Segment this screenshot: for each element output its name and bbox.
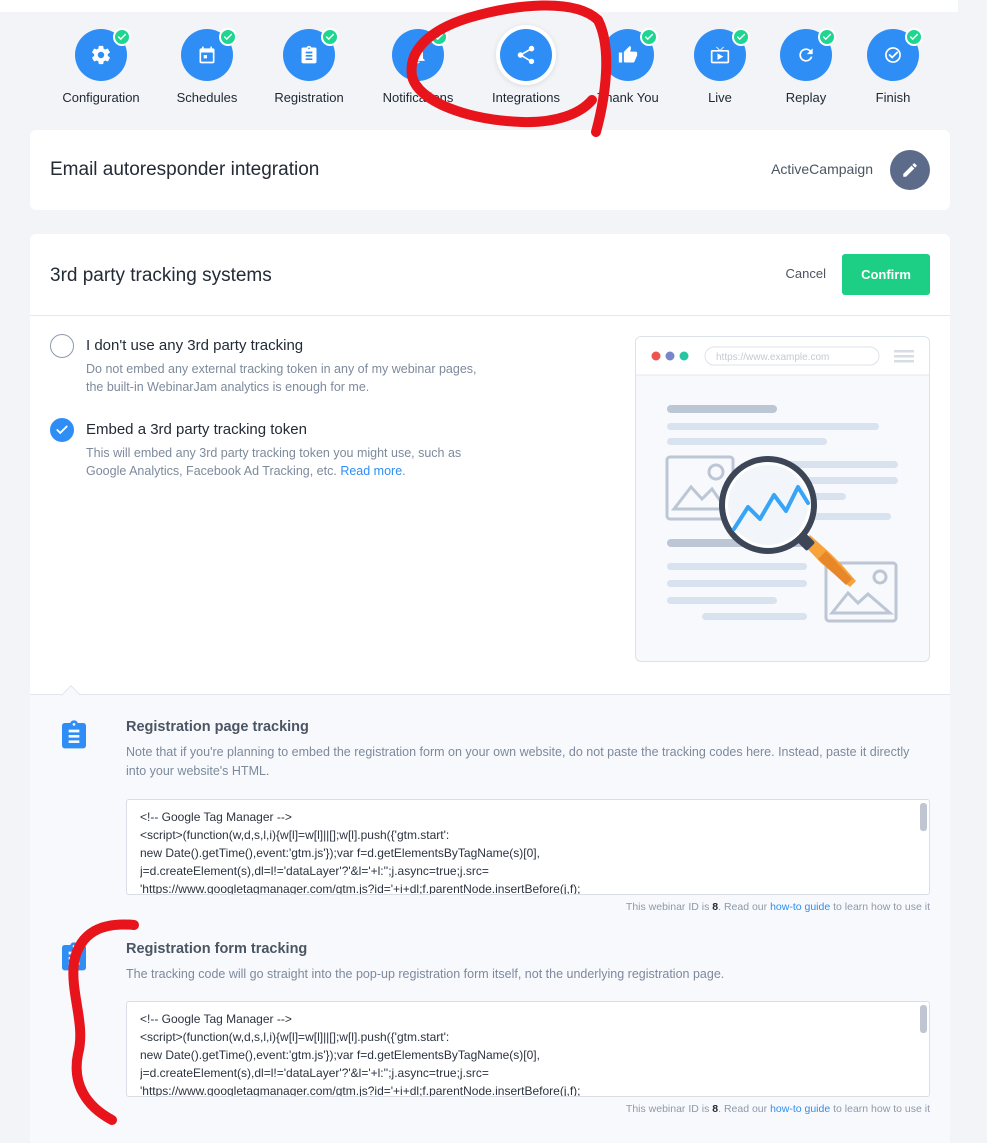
step-label: Integrations	[492, 90, 560, 105]
step-label: Finish	[875, 90, 911, 105]
code-line: j=d.createElement(s),dl=l!='dataLayer'?'…	[140, 864, 489, 878]
tracking-codes-section: Registration page tracking Note that if …	[30, 685, 950, 1143]
header-divider	[30, 315, 950, 316]
section-title: Registration page tracking	[126, 719, 309, 735]
clipboard-icon	[301, 45, 317, 64]
top-strip	[0, 0, 958, 12]
registration-page-code-textarea[interactable]: <!-- Google Tag Manager --> <script>(fun…	[126, 799, 930, 895]
registration-form-code-textarea[interactable]: <!-- Google Tag Manager --> <script>(fun…	[126, 1001, 930, 1097]
url-placeholder: https://www.example.com	[716, 352, 829, 363]
code-line: <script>(function(w,d,s,l,i){w[l]=w[l]||…	[140, 1030, 450, 1044]
section-description: The tracking code will go straight into …	[126, 967, 725, 981]
step-label: Schedules	[176, 90, 238, 105]
step-circle	[867, 28, 923, 81]
step-schedules[interactable]: Schedules	[152, 28, 262, 105]
step-circle	[75, 28, 131, 81]
step-registration[interactable]: Registration	[254, 28, 364, 105]
textarea-scrollbar[interactable]	[920, 1005, 927, 1033]
clipboard-list-icon	[62, 942, 86, 971]
pencil-icon	[903, 163, 917, 177]
webinar-id-hint: This webinar ID is 8. Read our how-to gu…	[626, 1103, 930, 1115]
code-line: <!-- Google Tag Manager -->	[140, 1012, 292, 1026]
email-provider-name: ActiveCampaign	[771, 161, 873, 177]
step-notifications[interactable]: Notifications	[363, 28, 473, 105]
step-label: Registration	[274, 90, 344, 105]
step-circle	[283, 28, 339, 81]
tracking-illustration: https://www.example.com	[635, 336, 930, 662]
browser-analytics-illustration: https://www.example.com	[636, 337, 929, 623]
tv-icon	[710, 46, 730, 64]
option-description: This will embed any 3rd party tracking t…	[86, 446, 462, 478]
hint-suffix: to learn how to use it	[830, 901, 930, 913]
section-description: Note that if you're planning to embed th…	[126, 745, 910, 778]
step-finish[interactable]: Finish	[838, 28, 948, 105]
checkmark-icon	[56, 425, 68, 435]
option-title: I don't use any 3rd party tracking	[86, 337, 304, 354]
completed-check-icon	[905, 28, 923, 46]
calendar-icon	[199, 46, 215, 64]
code-line: <script>(function(w,d,s,l,i){w[l]=w[l]||…	[140, 828, 450, 842]
code-line: 'https://www.googletagmanager.com/gtm.js…	[140, 1084, 581, 1097]
how-to-guide-link[interactable]: how-to guide	[770, 901, 830, 913]
section-title: Registration form tracking	[126, 941, 308, 957]
share-icon	[517, 45, 535, 65]
replay-icon	[799, 48, 813, 62]
code-line: new Date().getTime(),event:'gtm.js'});va…	[140, 846, 540, 860]
check-circle-icon	[885, 47, 901, 63]
confirm-button[interactable]: Confirm	[842, 254, 930, 295]
how-to-guide-link[interactable]: how-to guide	[770, 1103, 830, 1115]
edit-email-integration-button[interactable]	[890, 150, 930, 190]
step-circle	[392, 28, 448, 81]
read-more-link[interactable]: Read more	[340, 464, 402, 478]
completed-check-icon	[113, 28, 131, 46]
completed-check-icon	[818, 28, 836, 46]
step-circle	[694, 28, 750, 81]
tracking-title: 3rd party tracking systems	[50, 265, 272, 286]
step-configuration[interactable]: Configuration	[46, 28, 156, 105]
option-description-text: This will embed any 3rd party tracking t…	[86, 446, 462, 478]
hint-middle: . Read our	[718, 1103, 771, 1115]
completed-check-icon	[732, 28, 750, 46]
hint-middle: . Read our	[718, 901, 771, 913]
tracking-card: 3rd party tracking systems Cancel Confir…	[30, 234, 950, 1143]
gear-icon	[92, 45, 110, 65]
step-integrations[interactable]: Integrations	[471, 29, 581, 105]
code-line: 'https://www.googletagmanager.com/gtm.js…	[140, 882, 581, 895]
completed-check-icon	[219, 28, 237, 46]
completed-check-icon	[640, 28, 658, 46]
step-circle	[780, 28, 836, 81]
clipboard-list-icon	[62, 720, 86, 749]
thumbs-up-icon	[618, 45, 638, 63]
step-label: Configuration	[62, 90, 140, 105]
code-line: new Date().getTime(),event:'gtm.js'});va…	[140, 1048, 540, 1062]
hint-prefix: This webinar ID is	[625, 901, 713, 913]
completed-check-icon	[430, 28, 448, 46]
textarea-scrollbar[interactable]	[920, 803, 927, 831]
email-integration-card: Email autoresponder integration ActiveCa…	[30, 130, 950, 210]
wizard-stepper: Configuration Schedules Registration Not…	[0, 28, 987, 109]
radio-embed-tracking[interactable]	[50, 418, 74, 442]
step-label: Notifications	[382, 90, 454, 105]
code-line: j=d.createElement(s),dl=l!='dataLayer'?'…	[140, 1066, 489, 1080]
email-integration-title: Email autoresponder integration	[50, 159, 320, 180]
webinar-id-hint: This webinar ID is 8. Read our how-to gu…	[626, 901, 930, 913]
hint-suffix: to learn how to use it	[830, 1103, 930, 1115]
step-circle	[500, 29, 552, 81]
code-line: <!-- Google Tag Manager -->	[140, 810, 292, 824]
option-description: Do not embed any external tracking token…	[86, 362, 477, 394]
completed-check-icon	[321, 28, 339, 46]
step-circle	[602, 28, 658, 81]
hint-prefix: This webinar ID is	[625, 1103, 713, 1115]
bell-icon	[411, 47, 425, 64]
section-pointer	[61, 685, 81, 705]
cancel-button[interactable]: Cancel	[786, 266, 826, 281]
option-title: Embed a 3rd party tracking token	[86, 421, 307, 438]
step-circle	[181, 28, 237, 81]
radio-no-tracking[interactable]	[50, 334, 74, 358]
